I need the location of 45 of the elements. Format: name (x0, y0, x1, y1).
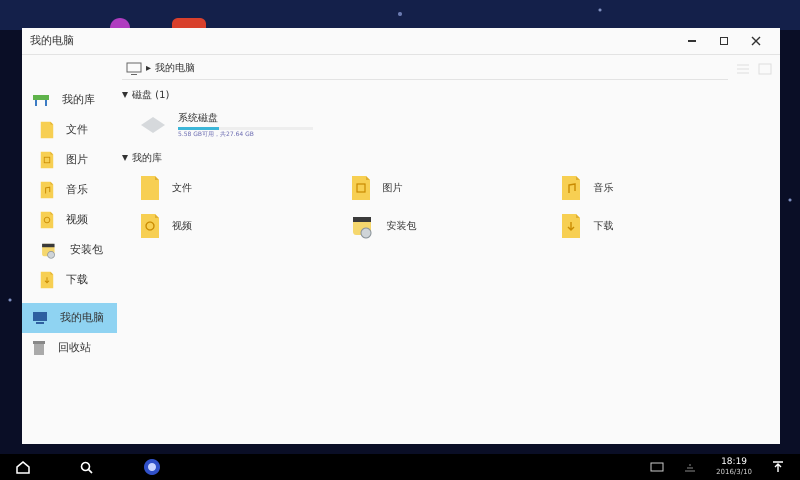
section-header[interactable]: 我的库 (122, 146, 772, 170)
app-icon[interactable] (143, 458, 161, 476)
folder-icon (140, 175, 160, 201)
clock-time: 18:19 (721, 457, 748, 467)
folder-icon (40, 271, 54, 289)
sidebar-item[interactable]: 安装包 (22, 235, 117, 265)
sidebar-item[interactable]: 回收站 (22, 333, 117, 363)
folder-item[interactable]: 音乐 (561, 174, 772, 202)
address-bar[interactable]: ▸ 我的电脑 (122, 58, 728, 80)
sidebar-item[interactable]: 下载 (22, 265, 117, 295)
close-icon (751, 36, 761, 46)
section-header[interactable]: 磁盘 (1) (122, 83, 772, 107)
folder-icon (40, 151, 54, 169)
folder-item[interactable]: 文件 (140, 174, 351, 202)
folder-item[interactable]: 安装包 (350, 212, 562, 240)
package-icon (40, 241, 58, 259)
folder-icon (561, 175, 582, 201)
folder-icon (40, 181, 54, 199)
home-icon[interactable] (16, 460, 30, 474)
caret-icon (122, 155, 128, 161)
window-title: 我的电脑 (30, 32, 74, 49)
sidebar-item[interactable]: 视频 (22, 205, 117, 235)
folder-icon (40, 121, 54, 139)
sidebar-item[interactable]: 图片 (22, 145, 117, 175)
sidebar-item[interactable]: 我的库 (22, 85, 117, 115)
sidebar-item[interactable]: 文件 (22, 115, 117, 145)
sidebar-item[interactable]: 音乐 (22, 175, 117, 205)
computer-icon (32, 311, 48, 325)
trash-icon (32, 340, 46, 356)
sidebar-item[interactable]: 我的电脑 (22, 303, 117, 333)
folder-item[interactable]: 图片 (350, 174, 562, 202)
pin-icon[interactable] (772, 461, 784, 473)
folder-icon (561, 213, 582, 239)
folder-item[interactable]: 下载 (561, 212, 772, 240)
folder-icon (350, 175, 371, 201)
disk-name[interactable]: 系统磁盘 (178, 111, 313, 126)
folder-icon (40, 211, 54, 229)
folder-item[interactable]: 视频 (140, 212, 351, 240)
breadcrumb-separator: ▸ (146, 62, 152, 76)
caret-icon (122, 92, 128, 98)
folder-icon (140, 213, 160, 239)
computer-icon (126, 62, 142, 76)
breadcrumb-item[interactable]: 我的电脑 (155, 61, 196, 76)
search-icon[interactable] (80, 460, 93, 474)
library-icon (32, 93, 50, 107)
